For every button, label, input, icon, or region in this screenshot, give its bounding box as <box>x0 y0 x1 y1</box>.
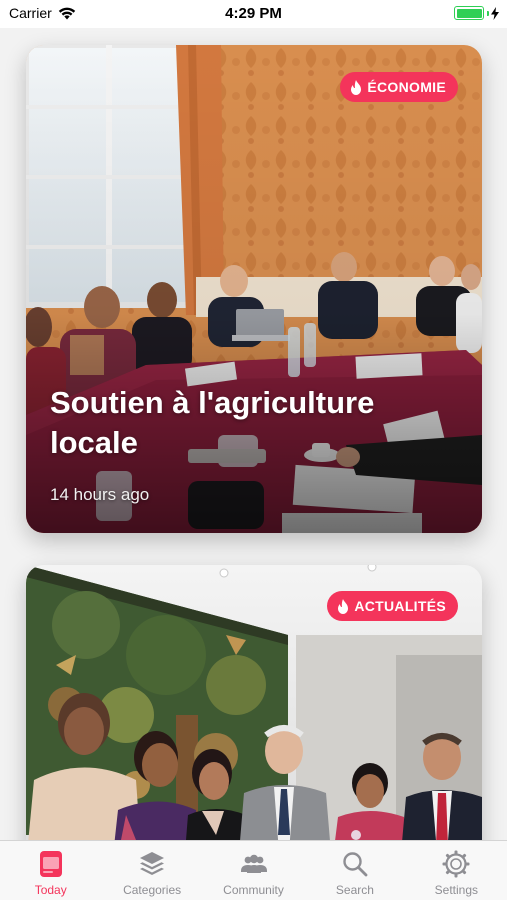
tab-today[interactable]: Today <box>0 841 101 900</box>
category-badge[interactable]: ÉCONOMIE <box>340 72 458 102</box>
category-badge[interactable]: ACTUALITÉS <box>327 591 458 621</box>
flame-icon <box>338 598 349 614</box>
tab-settings[interactable]: Settings <box>406 841 507 900</box>
flame-icon <box>351 79 362 95</box>
tab-bar: Today Categories Community Search Settin… <box>0 840 507 900</box>
status-bar: Carrier 4:29 PM <box>0 0 507 28</box>
status-time: 4:29 PM <box>225 5 282 22</box>
gear-icon <box>442 850 470 878</box>
article-timestamp: 14 hours ago <box>50 485 150 504</box>
battery-cap <box>487 10 489 16</box>
search-icon <box>343 852 368 877</box>
people-icon <box>240 854 267 873</box>
tab-label: Today <box>34 883 67 897</box>
battery-icon <box>454 6 484 20</box>
tab-community[interactable]: Community <box>203 841 304 900</box>
category-label: ACTUALITÉS <box>354 598 446 614</box>
article-card[interactable]: ÉCONOMIE Soutien à l'agriculture locale … <box>26 45 482 533</box>
tab-label: Search <box>335 883 374 897</box>
tab-label: Community <box>223 883 284 897</box>
tab-label: Settings <box>434 883 478 897</box>
tab-search[interactable]: Search <box>304 841 405 900</box>
category-label: ÉCONOMIE <box>367 79 446 95</box>
battery-fill <box>456 8 482 18</box>
news-feed[interactable]: ÉCONOMIE Soutien à l'agriculture locale … <box>0 28 507 840</box>
article-card[interactable]: ACTUALITÉS <box>26 565 482 840</box>
layers-icon <box>140 852 165 875</box>
today-icon <box>39 851 62 877</box>
tab-categories[interactable]: Categories <box>101 841 202 900</box>
charging-bolt-icon <box>491 6 499 20</box>
tab-label: Categories <box>123 883 182 897</box>
battery-group <box>454 6 499 20</box>
article-title: Soutien à l'agriculture locale <box>50 385 375 460</box>
